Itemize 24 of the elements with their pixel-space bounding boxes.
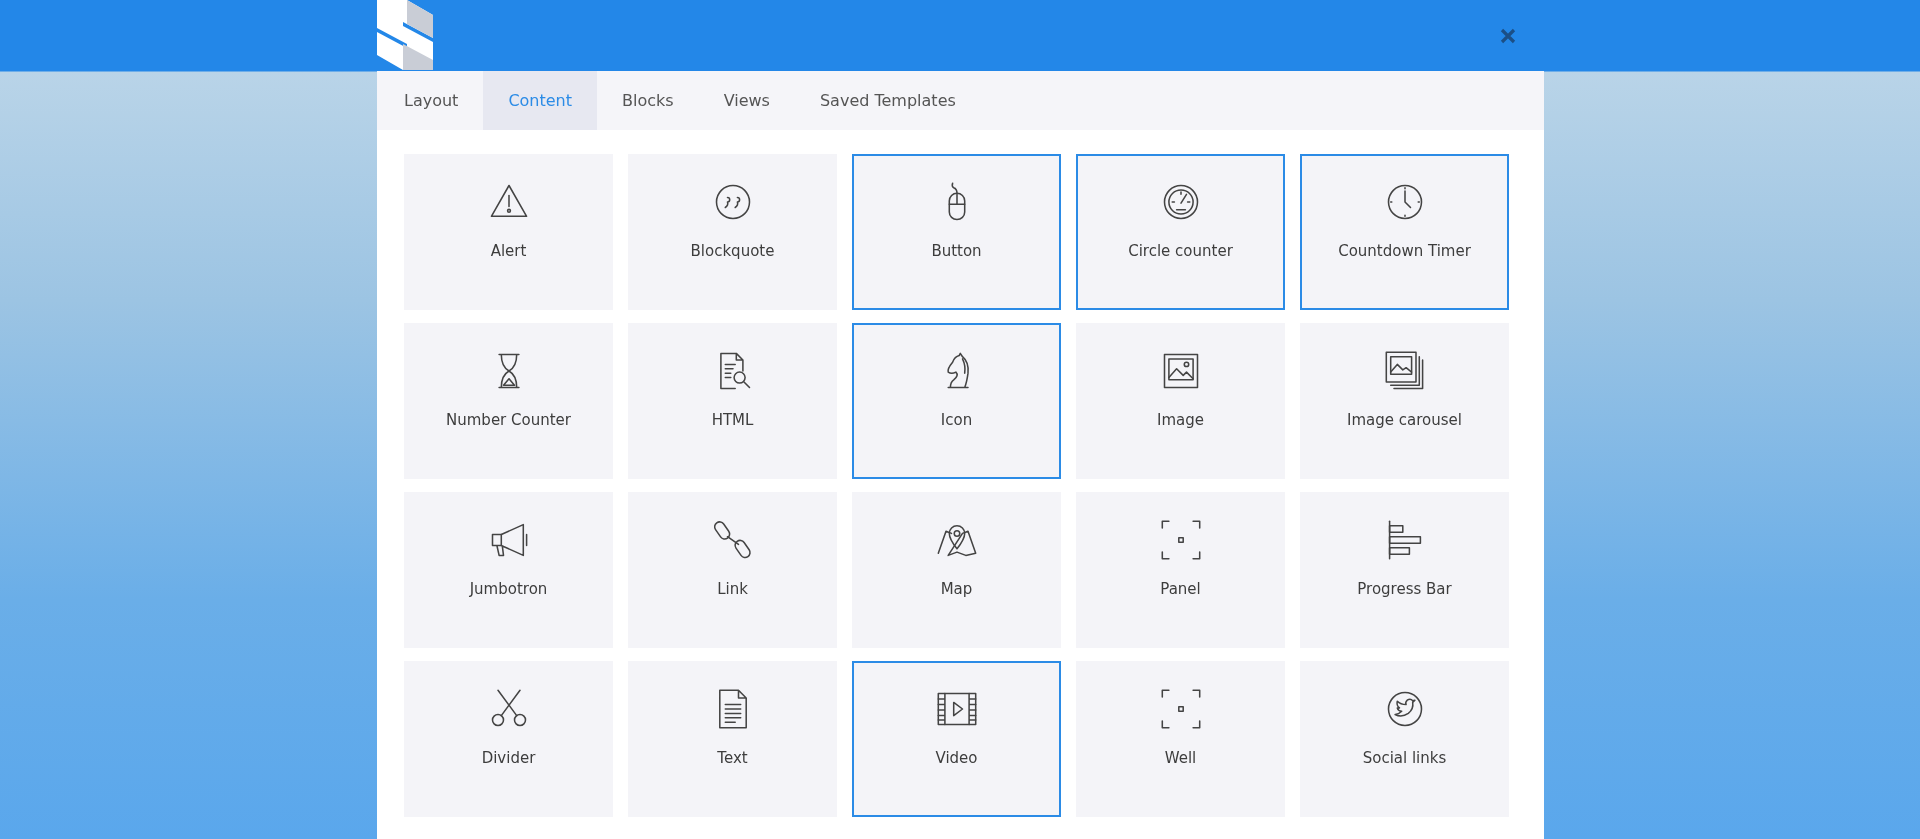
content-tile[interactable]: HTML (628, 323, 837, 479)
content-tile[interactable]: Social links (1300, 661, 1509, 817)
content-tile[interactable]: Jumbotron (404, 492, 613, 648)
content-tile[interactable]: Progress Bar (1300, 492, 1509, 648)
content-tile[interactable]: Image carousel (1300, 323, 1509, 479)
tab[interactable]: Views (698, 71, 795, 130)
content-tile[interactable]: Alert (404, 154, 613, 310)
content-tile[interactable]: Circle counter (1076, 154, 1285, 310)
tab[interactable]: Layout (379, 71, 484, 130)
content-tile[interactable]: Button (852, 154, 1061, 310)
content-tile[interactable]: Countdown Timer (1300, 154, 1509, 310)
content-tile[interactable]: Number Counter (404, 323, 613, 479)
content-tile[interactable]: Image (1076, 323, 1285, 479)
content-tile[interactable]: Panel (1076, 492, 1285, 648)
content-tile[interactable]: Text (628, 661, 837, 817)
tab[interactable]: Saved Templates (794, 71, 981, 130)
tab[interactable]: Blocks (597, 71, 699, 130)
content-tile[interactable]: Link (628, 492, 837, 648)
content-tile[interactable]: Well (1076, 661, 1285, 817)
content-tile[interactable]: Icon (852, 323, 1061, 479)
content-tile[interactable]: Map (852, 492, 1061, 648)
content-tile[interactable]: Divider (404, 661, 613, 817)
content-tile[interactable]: Blockquote (628, 154, 837, 310)
content-tile[interactable]: Video (852, 661, 1061, 817)
